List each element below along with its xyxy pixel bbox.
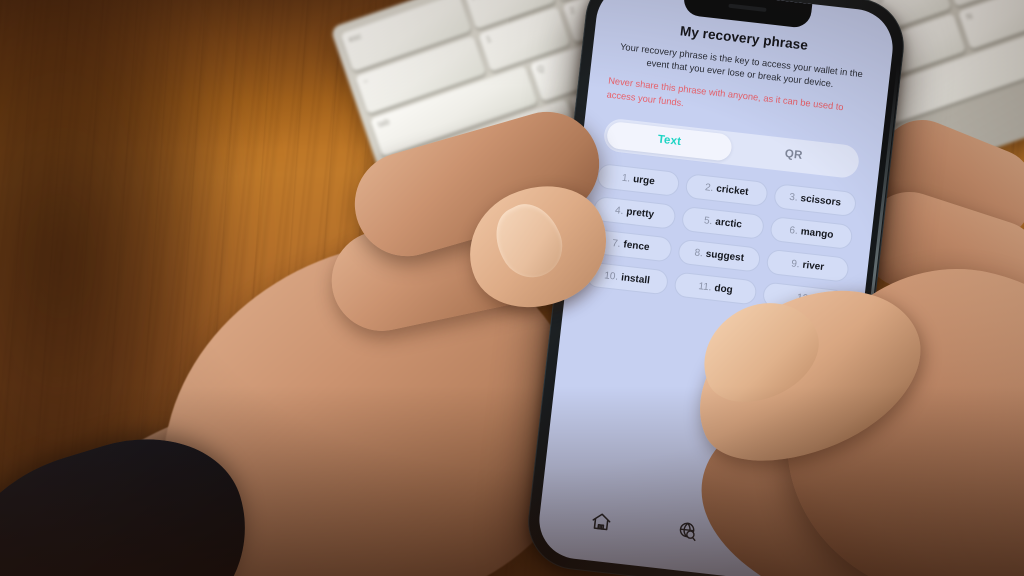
word-index: 7. [611,237,622,250]
word-index: 11. [697,280,713,294]
word-text: suggest [705,248,745,264]
recovery-word-pill[interactable]: 11. dog [673,271,758,306]
recovery-word-pill[interactable]: 3. scissors [773,182,858,217]
tab-text[interactable]: Text [605,120,734,162]
word-text: fence [622,239,651,253]
tab-qr[interactable]: QR [730,135,857,176]
word-index: 8. [693,247,704,260]
bottom-shadow-gradient [0,386,1024,576]
word-text: urge [632,173,656,188]
recovery-word-pill[interactable]: 2. cricket [684,172,769,207]
recovery-word-pill[interactable]: 8. suggest [677,238,762,273]
recovery-word-pill[interactable]: 1. urge [596,162,681,197]
word-index: 10. [603,270,619,283]
word-text: dog [713,282,734,296]
recovery-word-pill[interactable]: 4. pretty [592,195,677,230]
recovery-word-pill[interactable]: 6. mango [769,215,854,250]
word-text: pretty [625,206,655,221]
photo-scene: escF1F2F3F4F5F6F7~1234567tabQWERTYUcaps … [0,0,1024,576]
word-text: river [801,259,825,273]
word-index: 3. [788,191,799,204]
word-text: install [620,272,651,287]
earpiece-speaker [728,3,767,12]
recovery-word-pill[interactable]: 5. arctic [680,205,766,240]
word-index: 1. [621,172,631,185]
word-index: 2. [704,181,714,194]
word-text: mango [800,226,834,241]
word-index: 4. [614,204,625,217]
word-index: 5. [703,215,714,227]
word-index: 9. [790,258,801,271]
word-text: scissors [800,192,842,209]
app-content: My recovery phrase Your recovery phrase … [566,0,897,318]
word-index: 6. [788,224,799,237]
word-text: arctic [714,216,743,231]
word-text: cricket [715,183,750,198]
recovery-word-pill[interactable]: 9. river [765,248,850,283]
